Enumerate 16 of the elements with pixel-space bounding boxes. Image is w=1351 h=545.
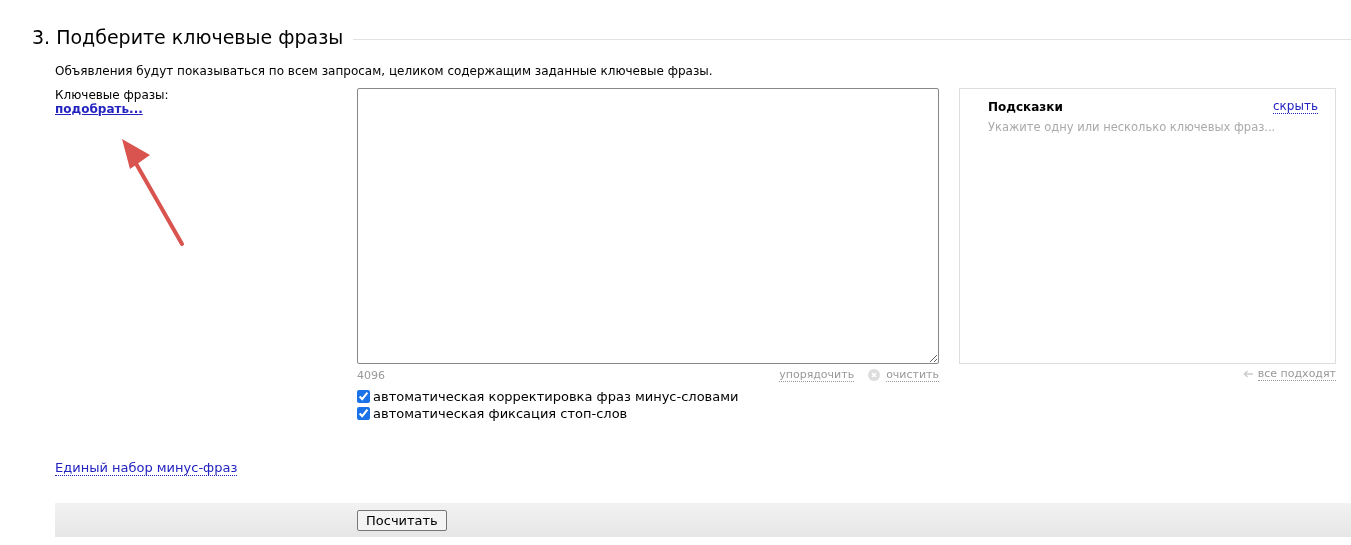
option-label: автоматическая корректировка фраз минус-словами bbox=[373, 388, 739, 405]
option-label: автоматическая фиксация стоп-слов bbox=[373, 405, 628, 422]
pick-link[interactable]: подобрать... bbox=[55, 102, 143, 116]
hide-link[interactable]: скрыть bbox=[1273, 99, 1318, 114]
option-checkbox[interactable] bbox=[357, 407, 370, 420]
section-title: 3. Подберите ключевые фразы bbox=[32, 26, 344, 48]
minus-phrases-link[interactable]: Единый набор минус-фраз bbox=[55, 460, 238, 476]
character-counter: 4096 bbox=[357, 368, 385, 382]
calculate-button[interactable]: Посчитать bbox=[357, 509, 447, 531]
hints-title: Подсказки bbox=[988, 99, 1063, 114]
option-checkbox[interactable] bbox=[357, 390, 370, 403]
keywords-label: Ключевые фразы: bbox=[55, 88, 170, 102]
description-text: Объявления будут показываться по всем запросам, целиком содержащим заданные ключевые фразы. bbox=[55, 64, 714, 78]
left-arrow-icon bbox=[1242, 370, 1253, 378]
hints-message: Укажите одну или несколько ключевых фраз... bbox=[988, 120, 1277, 134]
keywords-field[interactable] bbox=[357, 88, 939, 364]
